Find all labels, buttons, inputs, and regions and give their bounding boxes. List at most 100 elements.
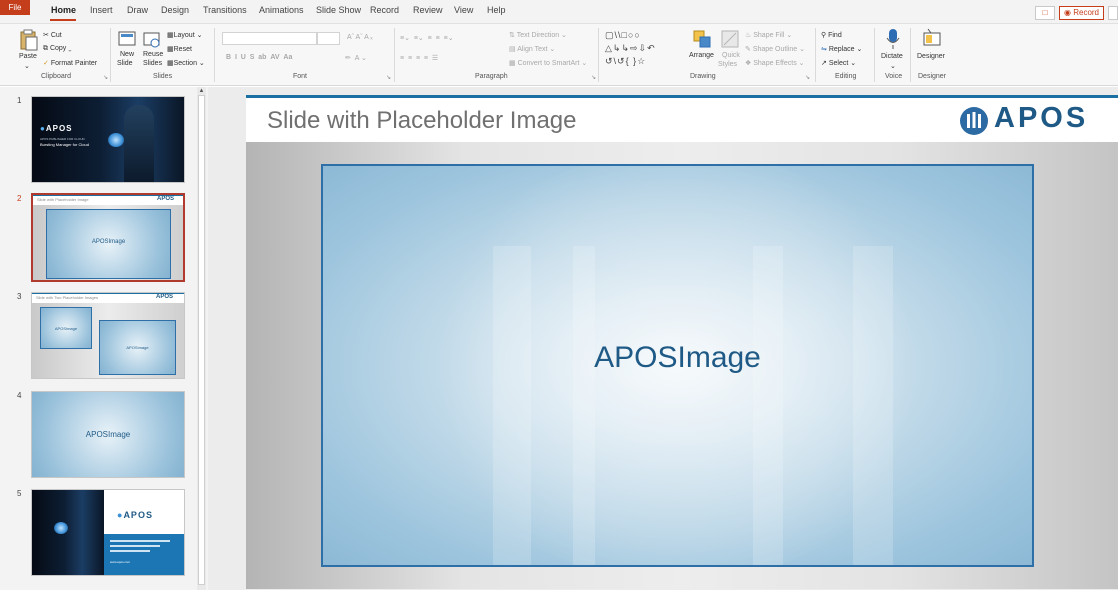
paste-button[interactable]: Paste xyxy=(19,53,37,60)
drawing-group-label: Drawing xyxy=(690,73,716,80)
list-indent-buttons[interactable]: ≡⌄ ≡⌄ ≡ ≡ ≡⌄ xyxy=(400,34,454,42)
font-size-box[interactable] xyxy=(317,32,340,45)
font-size-grow-shrink-buttons[interactable]: Aˆ Aˇ A ₓ xyxy=(347,34,372,41)
font-name-box[interactable] xyxy=(222,32,317,45)
tab-animations[interactable]: Animations xyxy=(259,5,304,15)
slide-thumbnail-1[interactable]: ●APOS APOS PUBLISHER FOR CLOUD Bursting … xyxy=(31,96,185,183)
thumb-placeholder-b-text: APOSImage xyxy=(126,345,149,350)
glowing-touch-icon xyxy=(108,133,124,147)
tab-transitions[interactable]: Transitions xyxy=(203,5,247,15)
slide-number: 4 xyxy=(17,391,22,400)
drawing-launcher-icon[interactable]: ↘ xyxy=(805,74,810,81)
dictate-button[interactable]: Dictate xyxy=(881,53,903,60)
shapes-gallery-row3[interactable]: ↺\↺{ }☆ xyxy=(605,56,646,67)
reset-button[interactable]: ▦Reset xyxy=(167,45,192,53)
section-button[interactable]: ▦Section ⌄ xyxy=(167,59,205,67)
tab-record[interactable]: Record xyxy=(370,5,399,15)
tab-draw[interactable]: Draw xyxy=(127,5,148,15)
current-slide[interactable]: Slide with Placeholder Image APOS APOSIm… xyxy=(246,95,1118,589)
share-button[interactable] xyxy=(1108,6,1118,20)
shapes-gallery[interactable]: ▢\\□○○ xyxy=(605,30,641,41)
thumb-header: Slide with Placeholder Image xyxy=(37,197,89,202)
shape-outline-label: Shape Outline xyxy=(752,46,798,53)
paste-dropdown-arrow[interactable]: ⌄ xyxy=(24,62,30,70)
quick-styles-button[interactable]: Quick xyxy=(722,52,740,59)
tab-view[interactable]: View xyxy=(454,5,473,15)
convert-smartart-button[interactable]: ▦ Convert to SmartArt ⌄ xyxy=(509,59,587,67)
thumbnail-scrollbar-thumb[interactable] xyxy=(198,95,205,585)
font-format-buttons[interactable]: B I U S ab AV Aa xyxy=(226,54,292,61)
copy-button[interactable]: ⧉ Copy ⌄ xyxy=(43,45,72,53)
thumb-placeholder-text: APOSImage xyxy=(85,430,131,439)
reuse-slides-button[interactable]: Reuse xyxy=(143,51,163,58)
thumb-contact-line xyxy=(110,550,150,552)
background-pillar xyxy=(573,246,595,565)
tab-review[interactable]: Review xyxy=(413,5,443,15)
select-button[interactable]: ↗ Select ⌄ xyxy=(821,59,856,67)
text-direction-button[interactable]: ⇅ Text Direction ⌄ xyxy=(509,31,567,39)
text-direction-icon: ⇅ xyxy=(509,32,515,39)
align-text-icon: ▤ xyxy=(509,46,516,53)
active-tab-indicator xyxy=(50,19,76,21)
replace-button[interactable]: ⇋ Replace ⌄ xyxy=(821,45,862,53)
shape-outline-button[interactable]: ✎ Shape Outline ⌄ xyxy=(745,45,805,53)
replace-icon: ⇋ xyxy=(821,46,827,53)
slide-thumbnail-2[interactable]: Slide with Placeholder Image APOS APOSIm… xyxy=(31,193,185,282)
image-placeholder[interactable]: APOSImage xyxy=(321,164,1034,567)
shape-effects-button[interactable]: ❖ Shape Effects ⌄ xyxy=(745,59,805,67)
find-label: Find xyxy=(828,32,842,39)
shape-fill-button[interactable]: ♨ Shape Fill ⌄ xyxy=(745,31,792,39)
shape-effects-label: Shape Effects xyxy=(753,60,797,67)
find-button[interactable]: ⚲ Find xyxy=(821,31,842,39)
scissors-icon: ✂ xyxy=(43,32,49,39)
slide-number: 5 xyxy=(17,489,22,498)
record-button[interactable]: ◉ Record xyxy=(1059,6,1104,20)
scroll-up-arrow-icon[interactable]: ▲ xyxy=(198,87,205,95)
section-icon: ▦ xyxy=(167,60,174,67)
placeholder-text: APOSImage xyxy=(594,341,761,374)
thumb-header: Slide with Two Placeholder Images xyxy=(36,295,98,300)
dictate-dropdown-arrow[interactable]: ⌄ xyxy=(890,62,896,70)
designer-button[interactable]: Designer xyxy=(917,53,945,60)
tab-insert[interactable]: Insert xyxy=(90,5,113,15)
tab-design[interactable]: Design xyxy=(161,5,189,15)
new-slide-button[interactable]: New xyxy=(120,51,134,58)
tab-file[interactable]: File xyxy=(0,0,30,15)
thumb-brand: ●APOS xyxy=(117,510,153,520)
clipboard-launcher-icon[interactable]: ↘ xyxy=(103,74,108,81)
comment-icon: □ xyxy=(1042,8,1048,17)
new-slide-button-line2[interactable]: Slide xyxy=(117,60,133,67)
smartart-icon: ▦ xyxy=(509,60,516,67)
font-launcher-icon[interactable]: ↘ xyxy=(386,74,391,81)
slide-thumbnail-3[interactable]: Slide with Two Placeholder Images APOS A… xyxy=(31,292,185,379)
align-text-button[interactable]: ▤ Align Text ⌄ xyxy=(509,45,555,53)
format-painter-button[interactable]: ✓ Format Painter xyxy=(43,59,97,67)
cut-button[interactable]: ✂ Cut xyxy=(43,31,62,39)
font-color-buttons[interactable]: ✏ A ⌄ xyxy=(345,54,367,62)
shapes-gallery-row2[interactable]: △↳↳⇨⇩↶ xyxy=(605,43,656,54)
tab-slide-show[interactable]: Slide Show xyxy=(316,5,361,15)
layout-button[interactable]: ▦Layout ⌄ xyxy=(167,31,202,39)
background-pillar xyxy=(493,246,531,565)
reuse-slides-button-line2[interactable]: Slides xyxy=(143,60,162,67)
thumb-brand: APOS xyxy=(157,196,175,202)
slide-thumbnail-4[interactable]: APOSImage xyxy=(31,391,185,478)
paragraph-launcher-icon[interactable]: ↘ xyxy=(591,74,596,81)
format-painter-icon: ✓ xyxy=(43,60,49,67)
text-direction-label: Text Direction xyxy=(516,32,560,39)
slide-thumbnail-5[interactable]: ●APOS www.apos.com xyxy=(31,489,185,576)
paragraph-group-label: Paragraph xyxy=(475,73,508,80)
apos-logo-text: APOS xyxy=(994,102,1089,134)
reuse-slides-icon xyxy=(143,32,160,48)
paste-icon xyxy=(20,29,38,51)
thumb-subtitle: APOS PUBLISHER FOR CLOUD xyxy=(40,137,85,141)
slide-title[interactable]: Slide with Placeholder Image xyxy=(267,107,577,135)
arrange-button[interactable]: Arrange xyxy=(689,52,714,59)
ribbon-divider xyxy=(874,28,875,82)
tab-help[interactable]: Help xyxy=(487,5,506,15)
alignment-buttons[interactable]: ≡ ≡ ≡ ≡ ☰ xyxy=(400,54,438,62)
thumb-footer: www.apos.com xyxy=(110,560,131,564)
comments-button[interactable]: □ xyxy=(1035,6,1055,20)
quick-styles-button-line2[interactable]: Styles xyxy=(718,61,737,68)
tab-home[interactable]: Home xyxy=(51,5,76,15)
